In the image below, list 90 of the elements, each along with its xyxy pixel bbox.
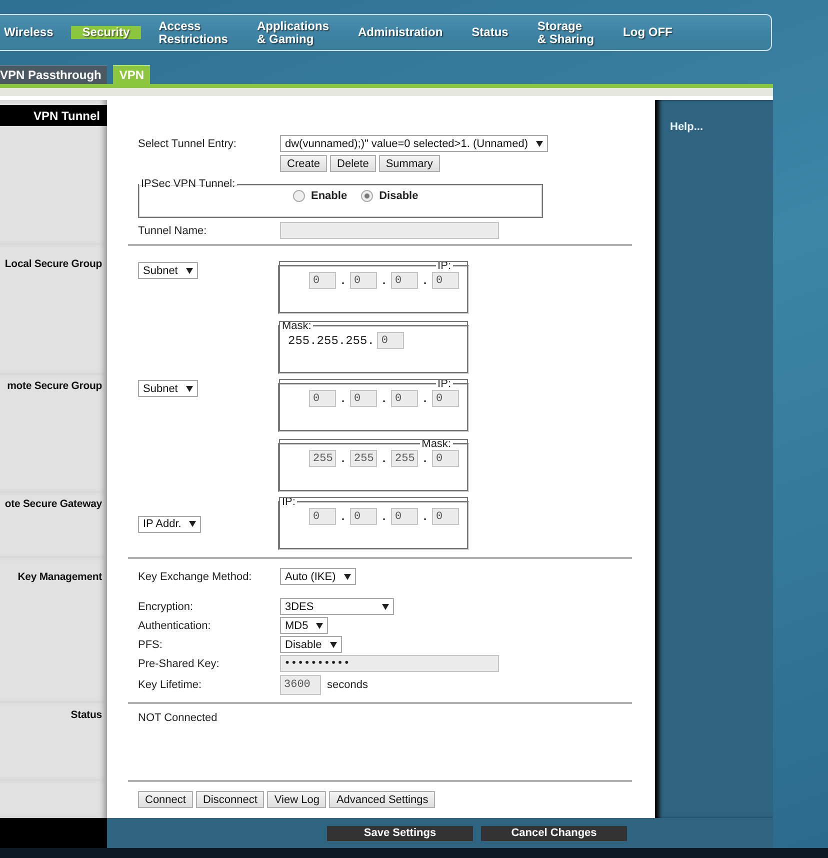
option-select[interactable]: 3DES — [280, 598, 394, 615]
octet-field[interactable]: 0 — [309, 390, 336, 407]
nav-tab[interactable]: Wireless — [4, 26, 54, 39]
octet-field[interactable]: 0 — [350, 508, 377, 525]
octet-field[interactable]: 0 — [432, 272, 459, 289]
type-select[interactable]: IP Addr. — [138, 516, 202, 532]
type-select[interactable]: Subnet — [138, 262, 198, 279]
radio-label: Disable — [379, 190, 418, 202]
entry-button[interactable]: Delete — [330, 155, 376, 172]
caret-icon — [186, 386, 193, 392]
dot-separator: . — [340, 274, 346, 286]
octet-field[interactable]: 0 — [309, 272, 336, 289]
caret-icon — [189, 521, 196, 527]
octet-field[interactable]: 255 — [391, 450, 418, 467]
radio-option[interactable]: Enable — [293, 190, 348, 202]
caret-icon — [344, 574, 351, 580]
action-button[interactable]: Disconnect — [196, 791, 264, 808]
field-label: PFS: — [138, 638, 164, 650]
nav-tab[interactable]: Access Restrictions — [158, 20, 228, 46]
dot-separator: . — [381, 274, 387, 286]
status-text: NOT Connected — [138, 712, 218, 724]
password-field[interactable]: •••••••••• — [280, 655, 499, 672]
entry-button[interactable]: Summary — [378, 155, 440, 172]
dot-separator: . — [422, 452, 428, 464]
nav-tab[interactable]: Applications & Gaming — [256, 20, 329, 46]
field-label: Authentication: — [138, 620, 212, 632]
tunnel-name-field[interactable] — [280, 222, 499, 239]
octet-field[interactable]: 0 — [432, 508, 459, 525]
field-label: Tunnel Name: — [138, 224, 208, 236]
octet-field[interactable]: 0 — [391, 508, 418, 525]
octet-field[interactable]: 0 — [377, 332, 404, 349]
legend-label: Mask: — [420, 438, 452, 450]
dot-separator: . — [422, 274, 428, 286]
section-label: Local Secure Group — [4, 258, 102, 270]
octet-field[interactable]: 0 — [432, 450, 459, 467]
dot-separator: . — [340, 452, 346, 464]
section-label: Status — [70, 709, 102, 721]
dot-separator: . — [381, 510, 387, 522]
section-label: Key Management — [18, 571, 102, 583]
action-button[interactable]: View Log — [267, 791, 326, 808]
field-label: Encryption: — [138, 600, 194, 612]
option-select[interactable]: Disable — [280, 636, 342, 653]
unit-label: seconds — [327, 679, 368, 691]
tunnel-entry-select[interactable]: dw(vunnamed);)" value=0 selected>1. (Unnamed) — [280, 135, 548, 152]
nav-tab[interactable]: Status — [472, 26, 508, 39]
nav-tab[interactable]: Storage & Sharing — [537, 20, 594, 46]
legend-label: IPSec VPN Tunnel: — [140, 178, 236, 190]
dot-separator: . — [340, 392, 346, 404]
mask-prefix: 255.255.255. — [288, 334, 374, 348]
caret-icon — [316, 622, 324, 628]
octet-field[interactable]: 0 — [350, 272, 377, 289]
footer-button[interactable]: Cancel Changes — [481, 826, 627, 840]
caret-icon — [536, 140, 543, 146]
dot-separator: . — [381, 392, 387, 404]
octet-field[interactable]: 0 — [309, 508, 336, 525]
field-label: Key Exchange Method: — [138, 570, 253, 582]
section-label: mote Secure Group — [7, 380, 102, 392]
dot-separator: . — [381, 452, 387, 464]
dot-separator: . — [422, 510, 428, 522]
section-label: ote Secure Gateway — [4, 498, 102, 510]
octet-field[interactable]: 255 — [350, 450, 377, 467]
octet-field[interactable]: 0 — [350, 390, 377, 407]
footer-button[interactable]: Save Settings — [327, 826, 473, 840]
entry-button[interactable]: Create — [280, 155, 328, 172]
nav-tab[interactable]: Log OFF — [623, 26, 672, 39]
type-select[interactable]: Subnet — [138, 380, 198, 397]
section-header: VPN Tunnel — [0, 105, 107, 126]
help-link[interactable]: Help... — [670, 121, 773, 133]
action-button[interactable]: Connect — [138, 791, 193, 808]
lifetime-field[interactable]: 3600 — [280, 675, 321, 695]
radio-label: Enable — [311, 190, 348, 202]
caret-icon — [186, 268, 193, 274]
radio-option[interactable]: Disable — [361, 190, 418, 202]
caret-icon — [330, 642, 337, 648]
option-select[interactable]: MD5 — [280, 617, 328, 634]
dot-separator: . — [340, 510, 346, 522]
field-label: Select Tunnel Entry: — [138, 138, 238, 150]
nav-tab[interactable]: Administration — [358, 26, 443, 39]
field-label: Key Lifetime: — [138, 679, 203, 691]
dot-separator: . — [422, 392, 428, 404]
caret-icon — [382, 604, 389, 610]
octet-field[interactable]: 0 — [391, 390, 418, 407]
action-button[interactable]: Advanced Settings — [329, 791, 436, 808]
field-label: Pre-Shared Key: — [138, 658, 220, 670]
octet-field[interactable]: 0 — [391, 272, 418, 289]
sub-tab[interactable]: VPN Passthrough — [0, 65, 108, 84]
exchange-select[interactable]: Auto (IKE) — [280, 568, 356, 585]
octet-field[interactable]: 255 — [309, 450, 336, 467]
legend-label: Mask: — [281, 320, 312, 332]
octet-field[interactable]: 0 — [432, 390, 459, 407]
